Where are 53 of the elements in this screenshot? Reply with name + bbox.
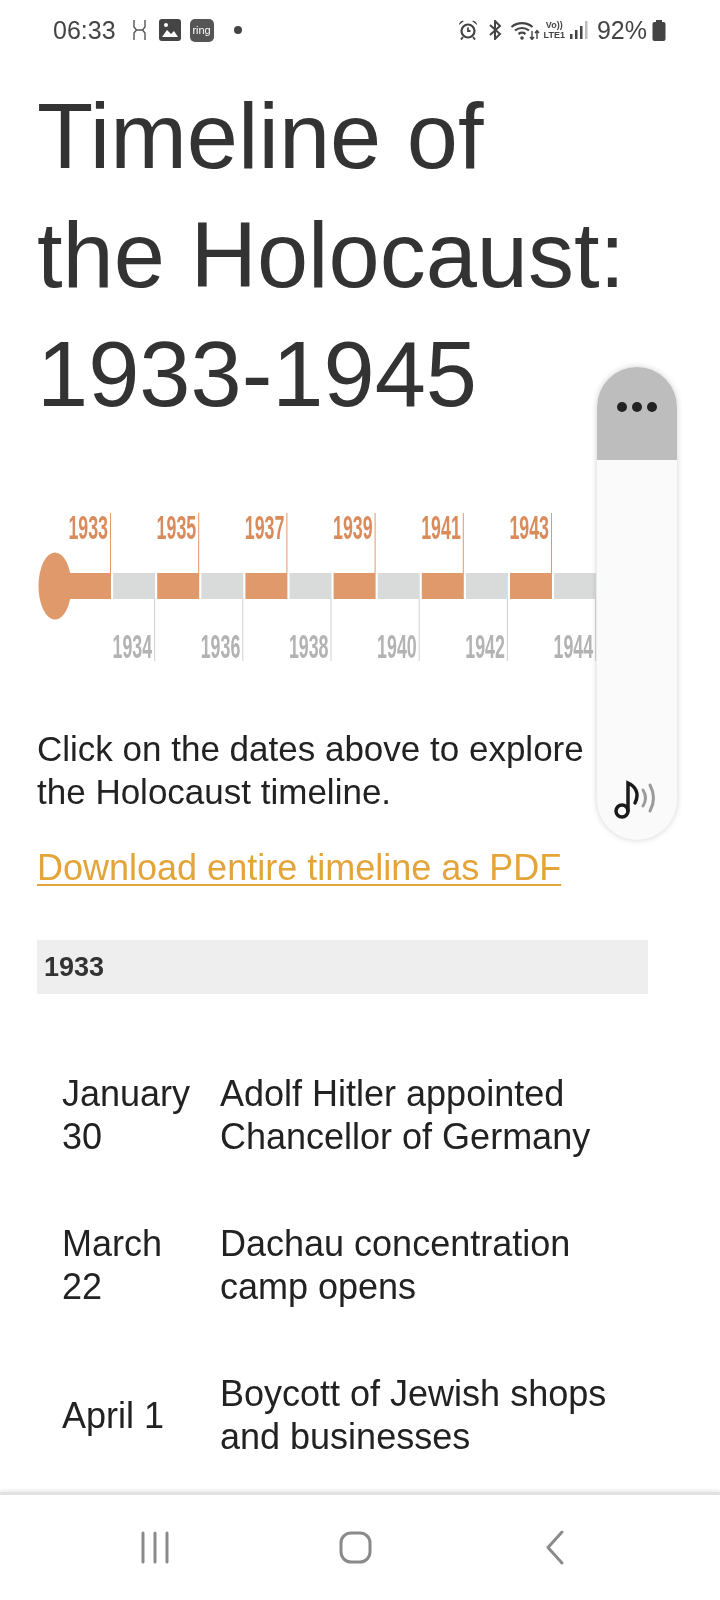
volte-label: Vo)) [545,20,563,30]
battery-percentage: 92% [596,15,647,45]
alarm-clock-icon [457,20,478,40]
timeline-segment[interactable] [70,573,111,599]
timeline-start-marker [38,552,72,620]
home-icon[interactable] [338,1531,372,1564]
recent-apps-icon[interactable] [140,1531,170,1564]
year-link[interactable]: 1934 [112,628,153,666]
more-icon [617,402,657,412]
year-link[interactable]: 1937 [244,509,285,547]
notification-dot-icon [233,26,242,34]
year-link[interactable]: 1943 [509,509,549,547]
app-badge: ring [189,18,214,42]
timeline-segment[interactable] [201,573,244,599]
timeline-segment[interactable] [113,573,156,599]
event-date: March 22 [62,1222,164,1308]
event-description: Boycott of Jewish shops and businesses [220,1372,608,1458]
event-description: Dachau concentration camp opens [220,1222,572,1308]
event-date: January 30 [62,1072,192,1158]
bluetooth-icon [487,20,502,40]
intro-text: Click on the dates above to explore the Holocaust timeline. [37,728,585,813]
back-icon[interactable] [546,1530,564,1565]
event-description: Adolf Hitler appointed Chancellor of Germany [220,1072,592,1158]
battery-icon [652,19,666,41]
year-link[interactable]: 1944 [553,628,594,666]
year-link[interactable]: 1942 [465,628,505,666]
status-time: 06:33 [53,15,116,45]
year-link[interactable]: 1938 [288,628,329,666]
timeline-segment[interactable] [157,573,200,599]
timeline-segment[interactable] [510,573,552,599]
lte-label: LTE1 [543,30,565,40]
year-link[interactable]: 1933 [68,509,108,547]
year-heading: 1933 [37,940,648,994]
timeline-segment[interactable] [245,573,288,599]
year-link[interactable]: 1939 [333,509,373,547]
download-pdf-link[interactable]: Download entire timeline as PDF [37,846,562,889]
image-icon [158,19,181,41]
year-link[interactable]: 1940 [377,628,417,666]
wifi-icon [509,20,540,40]
event-date: April 1 [62,1393,166,1437]
more-button[interactable] [597,367,677,460]
page-title: Timeline of the Holocaust: 1933-1945 [37,84,627,427]
h-shape-icon [131,19,147,41]
year-link[interactable]: 1941 [421,509,461,547]
timeline-segment[interactable] [421,573,464,599]
timeline-segment[interactable] [289,573,332,599]
year-link[interactable]: 1935 [156,509,197,547]
timeline-segment[interactable] [333,573,376,599]
timeline-segment[interactable] [377,573,420,599]
signal-icon [569,21,588,39]
timeline-segment[interactable] [465,573,508,599]
timeline-segment[interactable] [554,573,596,599]
year-link[interactable]: 1936 [200,628,241,666]
